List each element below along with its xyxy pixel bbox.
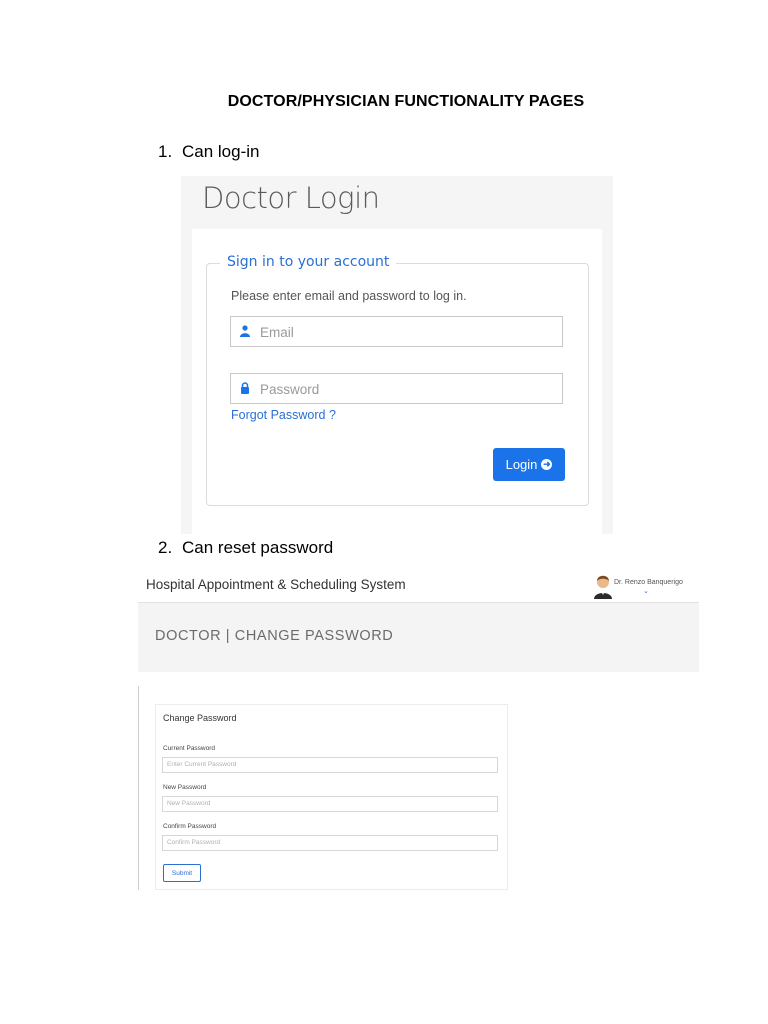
login-heading: Doctor Login <box>202 181 380 215</box>
sidebar-divider <box>138 686 139 890</box>
page-title: DOCTOR | CHANGE PASSWORD <box>155 628 394 644</box>
email-placeholder: Email <box>260 325 294 340</box>
app-title: Hospital Appointment & Scheduling System <box>146 577 406 592</box>
forgot-password-link[interactable]: Forgot Password ? <box>231 408 336 422</box>
list-number: 1. <box>158 142 173 161</box>
submit-button[interactable]: Submit <box>163 864 201 882</box>
list-item-login: 1. Can log-in <box>158 142 260 162</box>
page-header: DOCTOR | CHANGE PASSWORD <box>138 603 699 672</box>
new-password-label: New Password <box>163 784 207 791</box>
list-text: Can reset password <box>182 538 334 557</box>
login-card: Sign in to your account Please enter ema… <box>192 229 602 534</box>
password-placeholder: Password <box>260 382 320 397</box>
new-password-placeholder: New Password <box>167 800 211 807</box>
user-name[interactable]: Dr. Renzo Banquerigo <box>614 579 683 586</box>
current-password-label: Current Password <box>163 745 216 752</box>
list-text: Can log-in <box>182 142 260 161</box>
new-password-input[interactable]: New Password <box>162 796 498 812</box>
confirm-password-placeholder: Confirm Password <box>167 839 221 846</box>
list-item-reset: 2. Can reset password <box>158 538 333 558</box>
login-fieldset: Sign in to your account Please enter ema… <box>206 254 589 506</box>
confirm-password-input[interactable]: Confirm Password <box>162 835 498 851</box>
list-number: 2. <box>158 538 173 557</box>
arrow-circle-right-icon: ➜ <box>541 459 553 470</box>
card-title: Change Password <box>163 713 237 723</box>
lock-icon <box>241 382 249 394</box>
chevron-down-icon[interactable]: ⌄ <box>643 587 649 595</box>
email-field[interactable]: Email <box>230 316 563 347</box>
confirm-password-label: Confirm Password <box>163 823 217 830</box>
login-instruction: Please enter email and password to log i… <box>231 289 467 303</box>
user-icon <box>240 325 250 337</box>
current-password-input[interactable]: Enter Current Password <box>162 757 498 773</box>
avatar[interactable] <box>592 572 614 599</box>
password-field[interactable]: Password <box>230 373 563 404</box>
login-legend: Sign in to your account <box>220 254 397 270</box>
change-password-screenshot: Hospital Appointment & Scheduling System… <box>138 568 699 890</box>
login-button-label: Login <box>505 457 538 472</box>
document-title: DOCTOR/PHYSICIAN FUNCTIONALITY PAGES <box>227 93 585 110</box>
doctor-login-screenshot: Doctor Login Sign in to your account Ple… <box>181 176 613 534</box>
change-password-card: Change Password Current Password Enter C… <box>155 704 508 890</box>
login-button[interactable]: Login ➜ <box>493 448 565 481</box>
current-password-placeholder: Enter Current Password <box>167 761 237 768</box>
top-bar: Hospital Appointment & Scheduling System… <box>138 568 699 603</box>
